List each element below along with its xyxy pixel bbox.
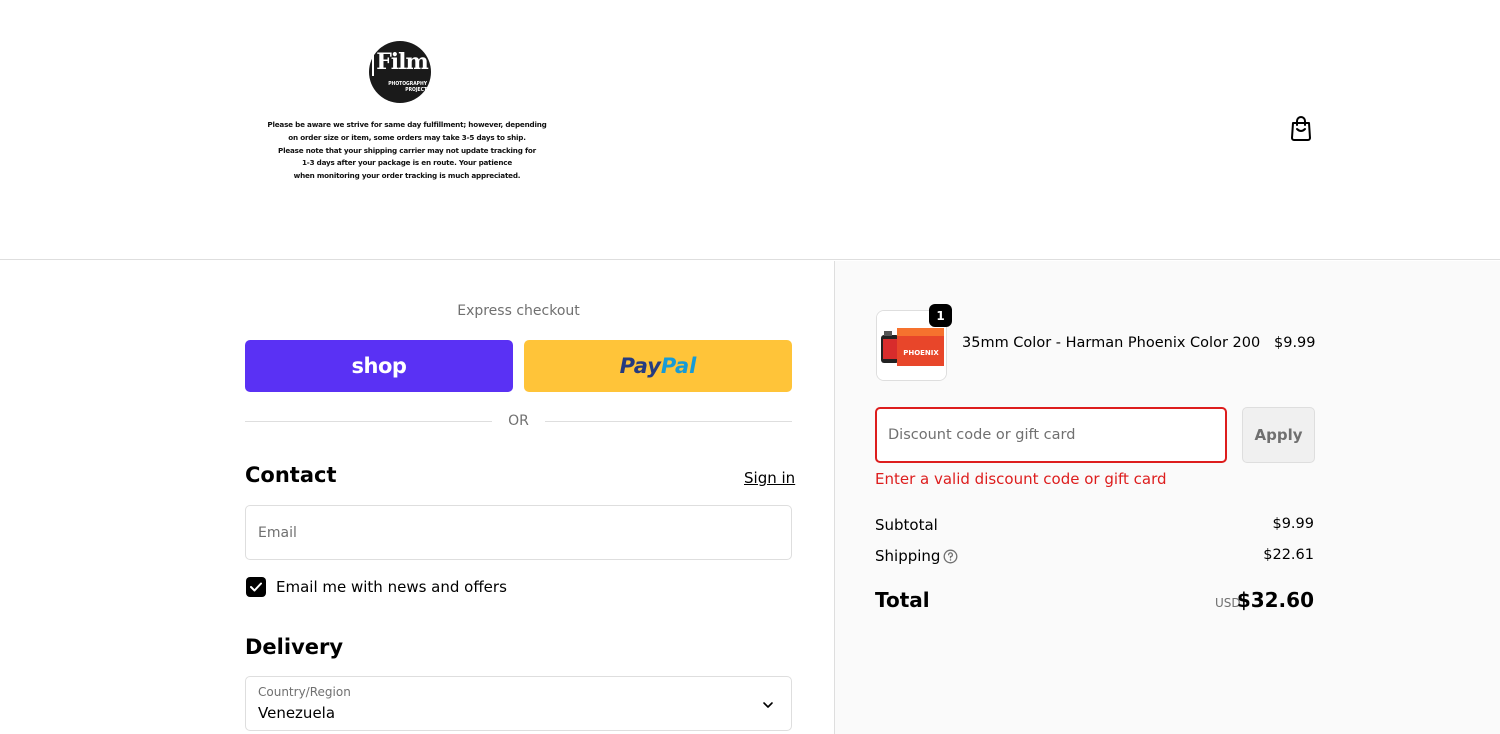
email-field[interactable] xyxy=(245,505,792,560)
country-select-value: Venezuela xyxy=(258,704,336,722)
paypal-logo-part1: Pay xyxy=(619,354,661,378)
paypal-logo-part2: Pal xyxy=(660,354,697,378)
shipping-label: Shipping xyxy=(875,547,941,565)
sign-in-link[interactable]: Sign in xyxy=(744,469,795,487)
help-circle-icon[interactable] xyxy=(943,549,958,564)
checkmark-icon xyxy=(250,582,262,592)
logo-mark-text: Film xyxy=(376,49,429,75)
film-logo-icon: Film PHOTOGRAPHY PROJECT xyxy=(369,41,431,103)
total-label: Total xyxy=(875,588,930,612)
marketing-checkbox-label[interactable]: Email me with news and offers xyxy=(276,578,507,596)
logo-subtitle: PHOTOGRAPHY PROJECT xyxy=(388,81,427,93)
shopping-bag-icon[interactable] xyxy=(1289,115,1313,141)
email-input[interactable] xyxy=(246,506,791,559)
country-select-label: Country/Region xyxy=(258,685,351,699)
subtotal-label: Subtotal xyxy=(875,516,938,534)
apply-discount-button[interactable]: Apply xyxy=(1242,407,1315,463)
total-value: $32.60 xyxy=(1236,588,1314,612)
country-select[interactable]: Country/Region Venezuela xyxy=(245,676,792,731)
shop-pay-logo: shop xyxy=(351,354,407,378)
shipping-value: $22.61 xyxy=(1263,547,1314,563)
site-header: Film PHOTOGRAPHY PROJECT Please be aware… xyxy=(0,0,1500,260)
svg-text:PHOENIX: PHOENIX xyxy=(903,349,939,357)
discount-error-message: Enter a valid discount code or gift card xyxy=(875,470,1167,488)
discount-code-input[interactable] xyxy=(877,409,1225,461)
contact-heading: Contact xyxy=(245,463,337,487)
or-divider-label: OR xyxy=(508,413,529,429)
quantity-badge: 1 xyxy=(929,304,952,327)
paypal-button[interactable]: Pay Pal xyxy=(524,340,792,392)
chevron-down-icon xyxy=(763,702,773,708)
discount-code-field[interactable] xyxy=(875,407,1227,463)
marketing-checkbox[interactable] xyxy=(246,577,266,597)
shipping-notice: Please be aware we strive for same day f… xyxy=(267,120,547,181)
subtotal-value: $9.99 xyxy=(1272,516,1314,532)
product-name: 35mm Color - Harman Phoenix Color 200 xyxy=(962,335,1261,351)
product-price: $9.99 xyxy=(1274,335,1316,351)
shop-pay-button[interactable]: shop xyxy=(245,340,513,392)
express-checkout-label: Express checkout xyxy=(457,303,580,319)
delivery-heading: Delivery xyxy=(245,635,344,659)
store-logo[interactable]: Film PHOTOGRAPHY PROJECT Please be aware… xyxy=(262,38,552,188)
